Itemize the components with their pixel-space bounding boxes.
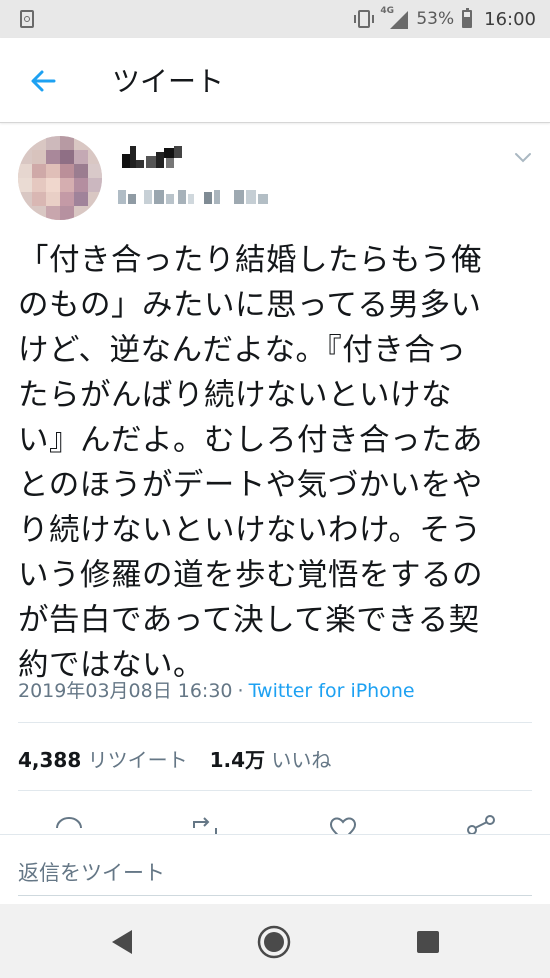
battery-icon [462,8,473,28]
battery-percent: 53% [416,9,455,29]
nav-recents-icon[interactable] [410,924,446,960]
retweet-icon[interactable] [188,814,222,834]
like-label[interactable]: いいね [271,748,331,772]
share-icon[interactable] [464,814,498,834]
retweet-label[interactable]: リツイート [88,748,188,772]
reply-composer[interactable]: 返信をツイート [0,834,550,905]
clock: 16:00 [484,8,536,30]
status-bar-right: 4G 53% 16:00 [354,0,536,38]
tweet-source-link[interactable]: Twitter for iPhone [249,680,415,702]
retweet-count[interactable]: 4,388 [18,748,81,772]
meta-separator: · [237,680,244,702]
system-nav-bar [0,904,550,978]
status-bar: 4G 53% 16:00 [0,0,550,38]
avatar[interactable] [18,136,102,220]
divider [18,722,532,723]
tweet-actions [0,790,550,834]
app-bar: ツイート [0,38,550,123]
reply-input[interactable]: 返信をツイート [18,857,165,887]
tweet-meta: 2019年03月08日 16:30 · Twitter for iPhone [18,676,415,703]
reply-icon[interactable] [52,814,86,834]
arrow-left-icon[interactable] [26,64,60,98]
handle-mosaic [118,190,268,204]
chevron-down-icon[interactable] [514,152,532,164]
tweet-text: 「付き合ったり結婚したらもう俺 のもの」みたいに思ってる男多い けど、逆なんだよ… [18,243,483,683]
vibrate-icon [354,10,375,28]
tweet-timestamp: 2019年03月08日 16:30 [18,680,233,702]
tweet-stats: 4,388 リツイート 1.4万 いいね [18,744,331,773]
notification-icon [20,10,34,28]
signal-icon: 4G [380,6,409,29]
display-name-mosaic[interactable] [118,142,190,170]
nav-home-icon[interactable] [256,924,292,960]
reply-underline [18,895,532,896]
like-count[interactable]: 1.4万 [210,748,265,772]
heart-icon[interactable] [326,814,360,834]
nav-back-icon[interactable] [104,924,140,960]
page-title: ツイート [112,65,225,98]
